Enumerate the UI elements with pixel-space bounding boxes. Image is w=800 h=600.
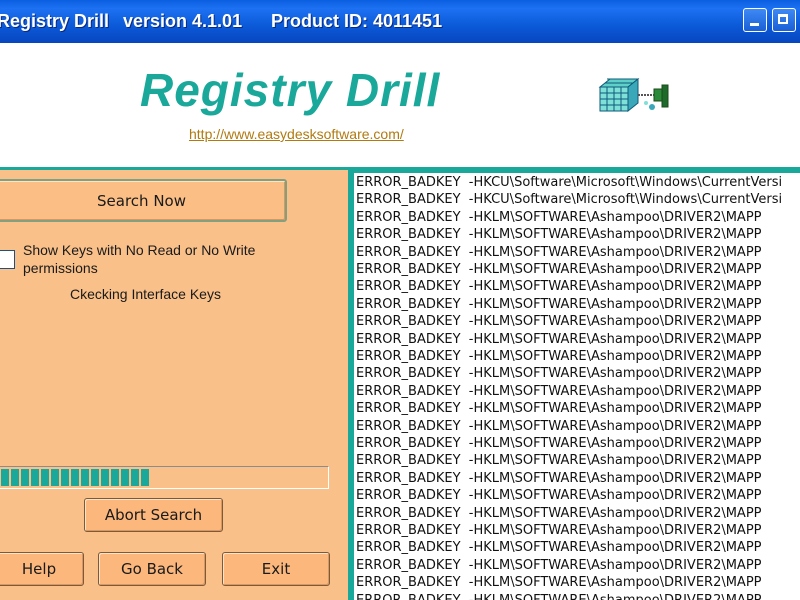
result-row[interactable]: ERROR_BADKEY -HKCU\Software\Microsoft\Wi…: [356, 191, 782, 208]
show-keys-label-line2: permissions: [23, 260, 98, 276]
go-back-button[interactable]: Go Back: [98, 552, 206, 586]
result-row[interactable]: ERROR_BADKEY -HKLM\SOFTWARE\Ashampoo\DRI…: [356, 383, 762, 400]
result-row[interactable]: ERROR_BADKEY -HKLM\SOFTWARE\Ashampoo\DRI…: [356, 348, 762, 365]
abort-search-button[interactable]: Abort Search: [84, 498, 223, 532]
title-app-name: Registry Drill: [0, 11, 110, 31]
help-button[interactable]: Help: [0, 552, 84, 586]
website-link[interactable]: http://www.easydesksoftware.com/: [189, 126, 404, 142]
search-progress-fill: [1, 469, 151, 486]
result-row[interactable]: ERROR_BADKEY -HKLM\SOFTWARE\Ashampoo\DRI…: [356, 226, 762, 243]
result-row[interactable]: ERROR_BADKEY -HKCU\Software\Microsoft\Wi…: [356, 174, 782, 191]
maximize-button[interactable]: [772, 8, 796, 32]
results-list[interactable]: ERROR_BADKEY -HKCU\Software\Microsoft\Wi…: [354, 173, 800, 600]
registry-drill-logo-icon: [598, 77, 669, 113]
show-keys-checkbox[interactable]: [0, 250, 15, 269]
results-frame: ERROR_BADKEY -HKCU\Software\Microsoft\Wi…: [348, 170, 800, 600]
result-row[interactable]: ERROR_BADKEY -HKLM\SOFTWARE\Ashampoo\DRI…: [356, 452, 762, 469]
minimize-icon: [750, 23, 759, 26]
result-row[interactable]: ERROR_BADKEY -HKLM\SOFTWARE\Ashampoo\DRI…: [356, 539, 762, 556]
result-row[interactable]: ERROR_BADKEY -HKLM\SOFTWARE\Ashampoo\DRI…: [356, 574, 762, 591]
search-progress-bar: [0, 466, 329, 489]
result-row[interactable]: ERROR_BADKEY -HKLM\SOFTWARE\Ashampoo\DRI…: [356, 487, 762, 504]
result-row[interactable]: ERROR_BADKEY -HKLM\SOFTWARE\Ashampoo\DRI…: [356, 209, 762, 226]
show-keys-label-line1: Show Keys with No Read or No Write: [23, 242, 256, 258]
result-row[interactable]: ERROR_BADKEY -HKLM\SOFTWARE\Ashampoo\DRI…: [356, 557, 762, 574]
logo-drill: [638, 84, 669, 110]
result-row[interactable]: ERROR_BADKEY -HKLM\SOFTWARE\Ashampoo\DRI…: [356, 261, 762, 278]
title-product-id: Product ID: 4011451: [271, 11, 443, 31]
result-row[interactable]: ERROR_BADKEY -HKLM\SOFTWARE\Ashampoo\DRI…: [356, 278, 762, 295]
result-row[interactable]: ERROR_BADKEY -HKLM\SOFTWARE\Ashampoo\DRI…: [356, 313, 762, 330]
exit-button[interactable]: Exit: [222, 552, 330, 586]
minimize-button[interactable]: [743, 8, 767, 32]
control-panel: Search Now Show Keys with No Read or No …: [0, 170, 348, 600]
logo-grid-cube: [598, 77, 640, 113]
result-row[interactable]: ERROR_BADKEY -HKLM\SOFTWARE\Ashampoo\DRI…: [356, 331, 762, 348]
search-now-button[interactable]: Search Now: [0, 179, 287, 222]
result-row[interactable]: ERROR_BADKEY -HKLM\SOFTWARE\Ashampoo\DRI…: [356, 296, 762, 313]
app-title: Registry Drill: [140, 64, 441, 116]
header-banner: Registry Drill http://www.easydesksoftwa…: [0, 43, 800, 167]
result-row[interactable]: ERROR_BADKEY -HKLM\SOFTWARE\Ashampoo\DRI…: [356, 418, 762, 435]
title-version: version 4.1.01: [123, 11, 243, 31]
result-row[interactable]: ERROR_BADKEY -HKLM\SOFTWARE\Ashampoo\DRI…: [356, 505, 762, 522]
result-row[interactable]: ERROR_BADKEY -HKLM\SOFTWARE\Ashampoo\DRI…: [356, 435, 762, 452]
result-row[interactable]: ERROR_BADKEY -HKLM\SOFTWARE\Ashampoo\DRI…: [356, 244, 762, 261]
status-text: Ckecking Interface Keys: [70, 286, 221, 302]
title-bar[interactable]: Registry Drill version 4.1.01 Product ID…: [0, 0, 800, 43]
registry-drill-window: Registry Drill version 4.1.01 Product ID…: [0, 0, 800, 600]
result-row[interactable]: ERROR_BADKEY -HKLM\SOFTWARE\Ashampoo\DRI…: [356, 470, 762, 487]
maximize-icon: [778, 14, 788, 24]
result-row[interactable]: ERROR_BADKEY -HKLM\SOFTWARE\Ashampoo\DRI…: [356, 592, 762, 600]
result-row[interactable]: ERROR_BADKEY -HKLM\SOFTWARE\Ashampoo\DRI…: [356, 365, 762, 382]
result-row[interactable]: ERROR_BADKEY -HKLM\SOFTWARE\Ashampoo\DRI…: [356, 522, 762, 539]
result-row[interactable]: ERROR_BADKEY -HKLM\SOFTWARE\Ashampoo\DRI…: [356, 400, 762, 417]
